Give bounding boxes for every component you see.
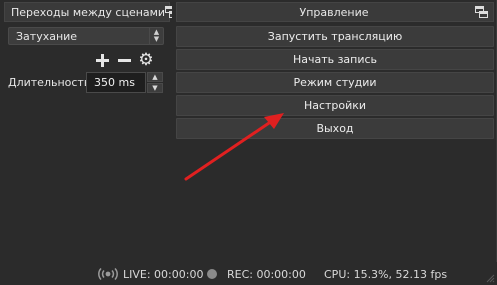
chevron-updown-icon: ▲ ▼	[149, 28, 163, 44]
duration-increase-button[interactable]: ▲	[147, 72, 163, 82]
rec-status: REC: 00:00:00	[227, 268, 306, 281]
start-recording-button[interactable]: Начать запись	[176, 49, 494, 70]
cpu-status: CPU: 15.3%, 52.13 fps	[324, 268, 448, 281]
duration-stepper: ▲ ▼	[147, 72, 163, 93]
undock-icon[interactable]	[475, 5, 489, 19]
add-transition-button[interactable]	[91, 52, 113, 68]
minus-icon	[117, 58, 131, 62]
plus-icon	[95, 53, 109, 67]
controls-dock-title-bar[interactable]: Управление	[176, 2, 494, 22]
annotation-arrow	[184, 113, 284, 181]
gear-icon: ⚙	[138, 50, 154, 70]
transitions-dock-title: Переходы между сценами	[11, 5, 166, 19]
duration-label: Длительность	[8, 76, 91, 89]
live-status: LIVE: 00:00:00	[123, 268, 204, 281]
record-dot-icon	[207, 269, 217, 279]
chevron-down-icon: ▼	[152, 83, 158, 92]
obs-window: Переходы между сценами Затухание ▲ ▼ ⚙ Дл…	[0, 0, 497, 285]
status-bar: LIVE: 00:00:00 REC: 00:00:00 CPU: 15.3%,…	[0, 262, 497, 285]
transition-type-select[interactable]: Затухание ▲ ▼	[8, 27, 164, 45]
transition-toolbar: ⚙	[91, 50, 157, 70]
remove-transition-button[interactable]	[113, 52, 135, 68]
broadcast-icon	[98, 268, 118, 280]
transitions-dock-title-bar[interactable]: Переходы между сценами	[4, 2, 179, 22]
duration-decrease-button[interactable]: ▼	[147, 83, 163, 93]
transition-properties-button[interactable]: ⚙	[135, 50, 157, 70]
transition-type-value: Затухание	[16, 29, 78, 43]
controls-dock-title: Управление	[299, 5, 369, 19]
scene-transitions-dock: Переходы между сценами Затухание ▲ ▼ ⚙ Дл…	[0, 0, 179, 262]
start-streaming-button[interactable]: Запустить трансляцию	[176, 26, 494, 47]
duration-input[interactable]: 350 ms	[86, 72, 146, 93]
chevron-up-icon: ▲	[152, 72, 158, 81]
studio-mode-button[interactable]: Режим студии	[176, 72, 494, 93]
resize-grip-icon[interactable]	[485, 273, 495, 283]
